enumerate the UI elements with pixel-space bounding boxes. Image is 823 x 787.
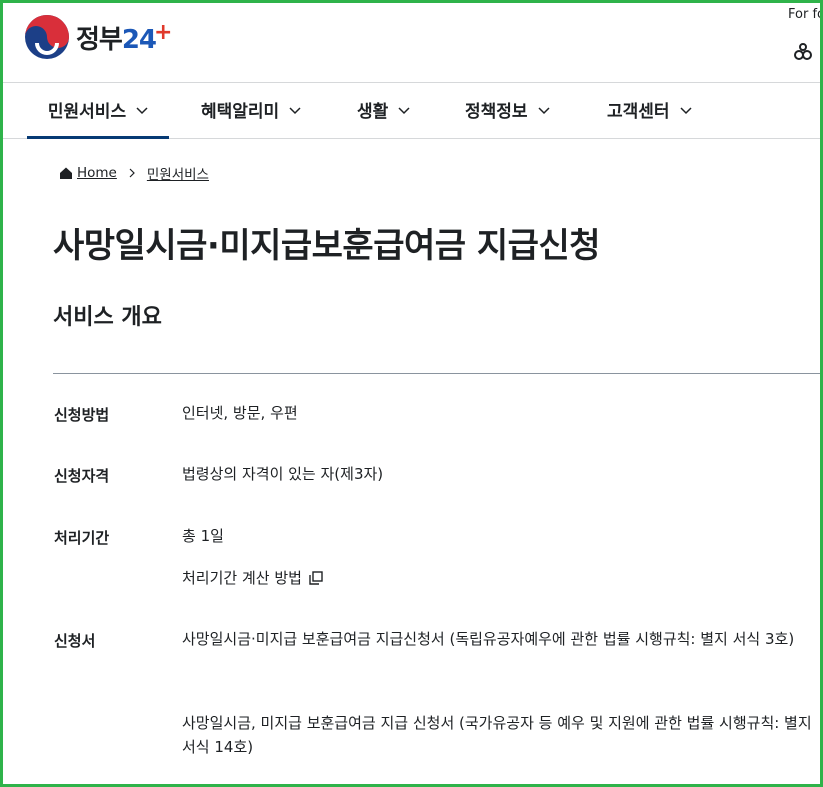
period-calc-link[interactable]: 처리기간 계산 방법 [182, 566, 820, 590]
chevron-down-icon [289, 106, 301, 114]
period-value: 총 1일 [182, 527, 224, 545]
chevron-right-icon [129, 168, 135, 178]
logo-plus-icon: + [154, 19, 173, 45]
nav-item-benefit-alert[interactable]: 혜택알리미 [201, 83, 301, 136]
method-label: 신청방법 [54, 406, 110, 424]
main-nav: 민원서비스 혜택알리미 생활 정책정보 고객센터 [3, 83, 820, 139]
logo-text-number: 24 [121, 24, 157, 55]
logo-text-main: 정부 [76, 24, 123, 55]
taegeuk-logo-icon [25, 15, 69, 59]
site-header: 정부24 + For fo [3, 3, 820, 83]
qualification-value: 법령상의 자격이 있는 자(제3자) [182, 465, 384, 483]
logo-text: 정부24 [76, 19, 157, 56]
chevron-down-icon [680, 106, 692, 114]
form-item-2[interactable]: 사망일시금, 미지급 보훈급여금 지급 신청서 (국가유공자 등 예우 및 지원… [182, 711, 820, 759]
chevron-down-icon [398, 106, 410, 114]
nav-item-life[interactable]: 생활 [357, 83, 410, 136]
language-link[interactable]: For fo [788, 7, 820, 22]
nav-item-label: 고객센터 [607, 102, 670, 122]
period-calc-link-label: 처리기간 계산 방법 [182, 569, 302, 587]
nav-item-label: 민원서비스 [47, 102, 127, 122]
nav-item-customer-center[interactable]: 고객센터 [607, 83, 692, 136]
nav-item-civil-service[interactable]: 민원서비스 [27, 83, 169, 139]
nav-item-label: 정책정보 [465, 102, 528, 122]
page-title: 사망일시금·미지급보훈급여금 지급신청 [53, 226, 601, 266]
chevron-down-icon [136, 106, 148, 114]
browser-frame: 정부24 + For fo 민원서비스 혜택알리미 생활 정책정보 고객센터 H… [0, 0, 823, 787]
accessibility-icon[interactable] [792, 41, 814, 63]
form-label: 신청서 [54, 632, 96, 650]
breadcrumb-civil-service[interactable]: 민원서비스 [147, 163, 209, 183]
nav-item-policy-info[interactable]: 정책정보 [465, 83, 550, 136]
nav-item-label: 생활 [357, 102, 389, 122]
chevron-down-icon [538, 106, 550, 114]
breadcrumb-home[interactable]: Home [77, 165, 117, 181]
form-item-1[interactable]: 사망일시금·미지급 보훈급여금 지급신청서 (독립유공자예우에 관한 법률 시행… [182, 627, 820, 651]
nav-item-label: 혜택알리미 [201, 102, 280, 122]
copy-window-icon [309, 571, 323, 585]
breadcrumb: Home 민원서비스 [59, 163, 209, 183]
site-logo[interactable]: 정부24 + [23, 13, 172, 61]
method-value: 인터넷, 방문, 우편 [182, 404, 298, 422]
section-title: 서비스 개요 [53, 305, 162, 330]
section-divider [53, 373, 820, 374]
home-icon [60, 167, 72, 179]
qualification-label: 신청자격 [54, 467, 110, 485]
period-label: 처리기간 [54, 529, 110, 547]
